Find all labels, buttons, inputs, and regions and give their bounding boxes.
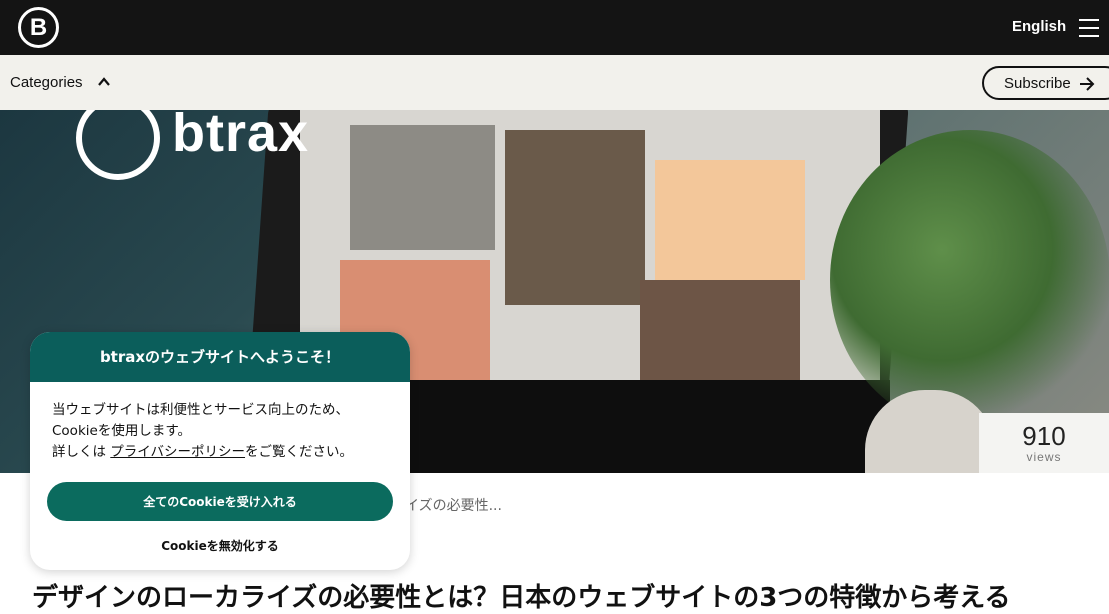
views-count: 910	[1022, 421, 1066, 451]
logo-letter: B	[29, 14, 48, 41]
cookie-body-prefix: 詳しくは	[52, 444, 111, 460]
hero-logo-circle	[76, 110, 160, 180]
cookie-body-line-1: 当ウェブサイトは利便性とサービス向上のため、	[52, 402, 349, 418]
laptop-keyboard	[330, 380, 890, 473]
hamburger-menu-icon[interactable]	[1079, 19, 1099, 37]
cookie-consent-dialog: btraxのウェブサイトへようこそ！ 当ウェブサイトは利便性とサービス向上のため…	[30, 332, 410, 570]
views-counter: 910 views	[979, 413, 1109, 473]
cookie-dialog-body: 当ウェブサイトは利便性とサービス向上のため、 Cookieを使用します。 詳しく…	[52, 400, 397, 463]
disable-cookies-button[interactable]: Cookieを無効化する	[47, 532, 393, 558]
views-label: views	[1026, 450, 1062, 464]
accept-all-cookies-button[interactable]: 全てのCookieを受け入れる	[47, 482, 393, 521]
hero-brand-text: btrax	[172, 110, 310, 163]
chevron-up-icon[interactable]	[97, 75, 111, 89]
disable-cookies-label: Cookieを無効化する	[161, 539, 279, 553]
cookie-body-suffix: をご覧ください。	[245, 444, 354, 460]
categories-toggle[interactable]: Categories	[10, 74, 83, 91]
cookie-dialog-header: btraxのウェブサイトへようこそ！	[30, 332, 410, 382]
subscribe-button[interactable]: Subscribe	[982, 66, 1109, 100]
plant-illustration	[830, 130, 1109, 430]
cookie-body-line-2: Cookieを使用します。	[52, 423, 191, 439]
accept-all-cookies-label: 全てのCookieを受け入れる	[143, 495, 297, 509]
arrow-right-icon	[1080, 77, 1095, 91]
breadcrumb: イズの必要性...	[405, 498, 502, 514]
privacy-policy-link[interactable]: プライバシーポリシー	[110, 444, 245, 460]
cookie-body-line-3: 詳しくは プライバシーポリシーをご覧ください。	[52, 442, 397, 463]
language-switch[interactable]: English	[1012, 18, 1066, 35]
cookie-dialog-title: btraxのウェブサイトへようこそ！	[99, 348, 341, 366]
category-bar: Categories Subscribe	[0, 55, 1109, 110]
article-title: デザインのローカライズの必要性とは？日本のウェブサイトの3つの特徴から考える	[32, 583, 1011, 613]
subscribe-label: Subscribe	[1004, 75, 1071, 92]
top-navigation-bar: B English	[0, 0, 1109, 55]
btrax-logo-icon[interactable]: B	[18, 7, 59, 48]
